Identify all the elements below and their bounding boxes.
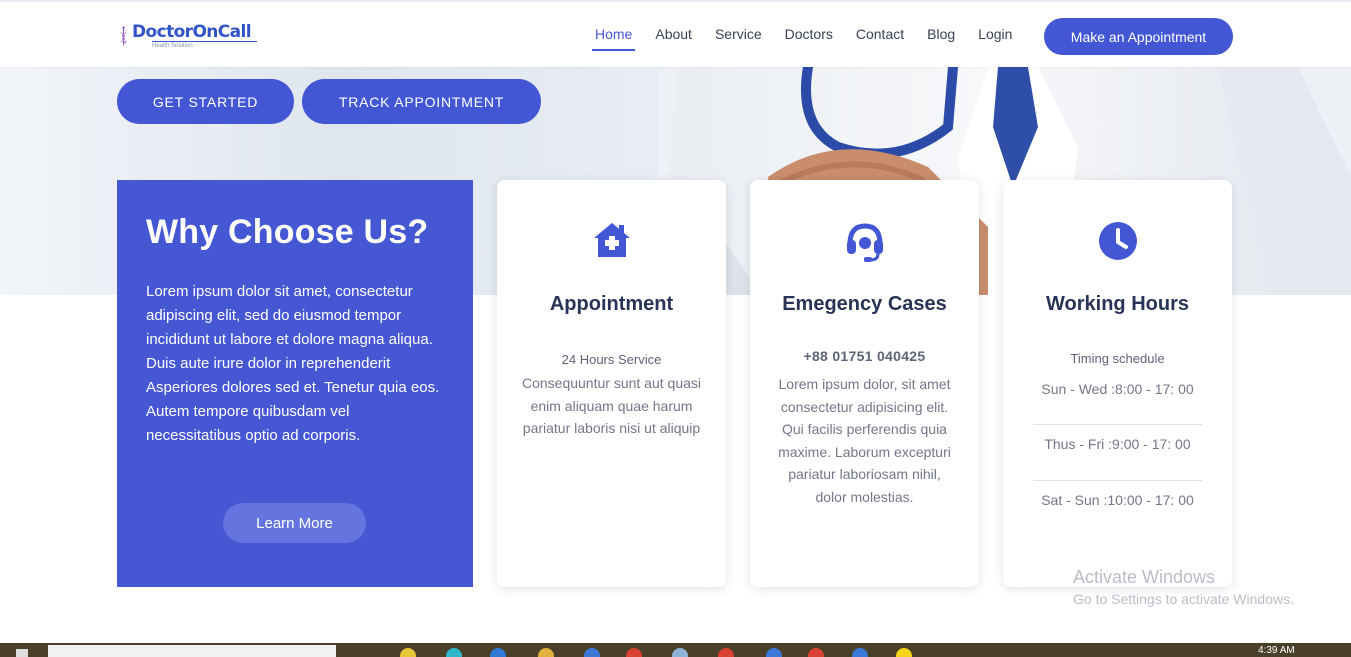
brand-logo[interactable]: DoctorOnCall Health Solution <box>117 16 257 56</box>
emergency-title: Emegency Cases <box>782 293 947 315</box>
nav-service[interactable]: Service <box>715 26 762 50</box>
why-text: Lorem ipsum dolor sit amet, consectetur … <box>146 283 440 444</box>
main-nav: Home About Service Doctors Contact Blog … <box>591 26 1035 51</box>
hours-title: Working Hours <box>1046 293 1189 315</box>
clock-icon <box>1098 222 1137 260</box>
nav-blog[interactable]: Blog <box>927 26 955 50</box>
hours-subtitle: Timing schedule <box>1070 351 1165 366</box>
emergency-text: Lorem ipsum dolor, sit amet consectetur … <box>778 376 951 505</box>
hours-divider <box>1033 424 1202 425</box>
activate-windows-watermark: Activate Windows Go to Settings to activ… <box>1073 567 1294 607</box>
house-medical-icon <box>593 223 630 257</box>
app-icon[interactable] <box>896 648 912 657</box>
get-started-button[interactable]: GET STARTED <box>117 79 294 124</box>
app-icon[interactable] <box>626 648 642 657</box>
nav-contact[interactable]: Contact <box>856 26 904 50</box>
nav-doctors[interactable]: Doctors <box>785 26 833 50</box>
nav-about[interactable]: About <box>655 26 692 50</box>
emergency-card: Emegency Cases +88 01751 040425 Lorem ip… <box>750 180 979 587</box>
os-taskbar: 4:39 AM <box>0 643 1351 657</box>
app-icon[interactable] <box>446 648 462 657</box>
emergency-phone[interactable]: +88 01751 040425 <box>750 348 979 364</box>
nav-login[interactable]: Login <box>978 26 1012 50</box>
taskbar-clock[interactable]: 4:39 AM <box>1258 645 1295 656</box>
app-icon[interactable] <box>852 648 868 657</box>
appointment-text: Consequuntur sunt aut quasi enim aliquam… <box>521 375 701 436</box>
why-title: Why Choose Us? <box>146 213 429 251</box>
app-icon[interactable] <box>490 648 506 657</box>
make-appointment-button[interactable]: Make an Appointment <box>1044 18 1233 55</box>
brand-name: DoctorOnCall <box>132 21 252 42</box>
headset-icon <box>846 223 883 262</box>
activate-windows-hint: Go to Settings to activate Windows. <box>1073 591 1294 607</box>
track-appointment-button[interactable]: TRACK APPOINTMENT <box>302 79 541 124</box>
hours-row: Sat - Sun :10:00 - 17: 00 <box>1041 492 1194 508</box>
nav-home[interactable]: Home <box>591 26 636 51</box>
appointment-title: Appointment <box>549 293 674 315</box>
hours-row: Sun - Wed :8:00 - 17: 00 <box>1041 381 1194 397</box>
app-icon[interactable] <box>766 648 782 657</box>
hours-divider <box>1033 480 1202 481</box>
brand-tagline: Health Solution <box>152 40 257 50</box>
app-icon[interactable] <box>584 648 600 657</box>
hours-row: Thus - Fri :9:00 - 17: 00 <box>1044 436 1191 452</box>
windows-start-icon[interactable] <box>16 649 28 657</box>
learn-more-button[interactable]: Learn More <box>223 503 366 543</box>
why-choose-us-panel: Why Choose Us? Lorem ipsum dolor sit ame… <box>117 180 473 587</box>
activate-windows-title: Activate Windows <box>1073 567 1216 587</box>
appointment-subtitle: 24 Hours Service <box>561 352 662 367</box>
taskbar-search-box[interactable] <box>48 645 336 657</box>
app-icon[interactable] <box>672 648 688 657</box>
chrome-icon[interactable] <box>718 648 734 657</box>
folder-icon[interactable] <box>400 648 416 657</box>
top-navbar: DoctorOnCall Health Solution Home About … <box>0 0 1351 67</box>
appointment-card: Appointment 24 Hours Service Consequuntu… <box>497 180 726 587</box>
caduceus-icon <box>118 26 129 46</box>
file-explorer-icon[interactable] <box>538 648 554 657</box>
app-icon[interactable] <box>808 648 824 657</box>
working-hours-card: Working Hours Timing schedule Sun - Wed … <box>1003 180 1232 587</box>
